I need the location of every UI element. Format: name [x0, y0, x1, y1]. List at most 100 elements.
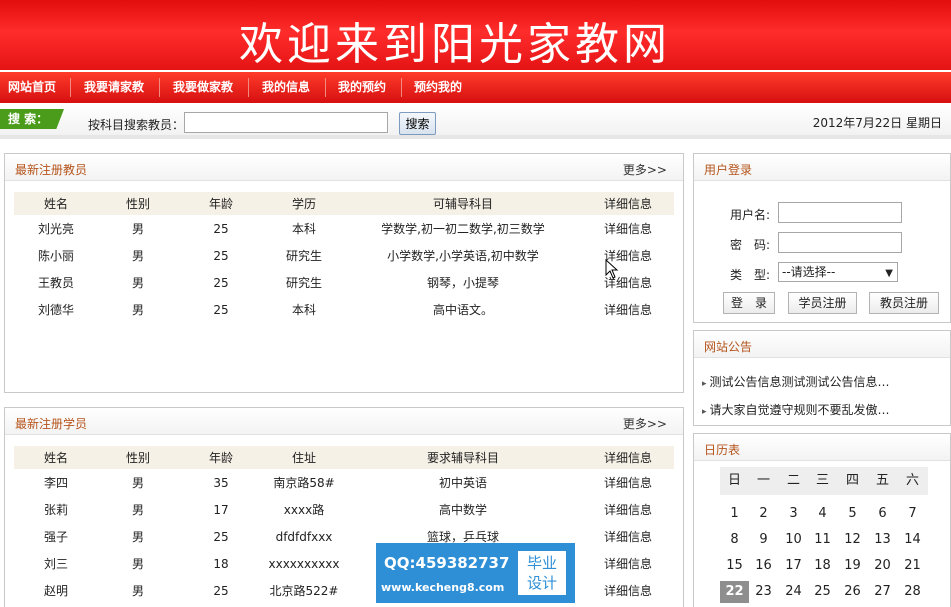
nav-booked-me[interactable]: 预约我的: [414, 72, 462, 103]
more-teachers-link[interactable]: 更多>>: [623, 161, 667, 178]
panel-header: 最新注册教员 更多>>: [5, 154, 683, 181]
teacher-details-link[interactable]: 详细信息: [582, 269, 674, 296]
panel-header: 日历表: [694, 434, 950, 461]
column-header: 性别: [98, 192, 178, 215]
nav-my-bookings[interactable]: 我的预约: [338, 72, 386, 103]
calendar-day[interactable]: 12: [838, 529, 867, 551]
student-age: 25: [213, 583, 229, 598]
nav-home[interactable]: 网站首页: [8, 72, 56, 103]
calendar-day[interactable]: 13: [868, 529, 897, 551]
calendar-weekday-label: 一: [756, 473, 770, 488]
calendar-day[interactable]: 20: [868, 555, 897, 577]
watermark-qq: QQ:459382737: [384, 554, 510, 572]
calendar-day[interactable]: 17: [779, 555, 808, 577]
student-details-link[interactable]: 详细信息: [582, 496, 674, 523]
student-details-link[interactable]: 详细信息: [582, 469, 674, 496]
calendar-day[interactable]: 28: [898, 581, 927, 603]
login-panel: 用户登录 用户名: 密 码: 类 型: --请选择-- ▼ 登 录 学员注册 教…: [693, 153, 951, 323]
current-date: 2012年7月22日 星期日: [812, 116, 942, 130]
student-age: 17: [213, 502, 229, 517]
password-label: 密 码:: [730, 238, 771, 252]
calendar-day[interactable]: 21: [898, 555, 927, 577]
panel-title: 日历表: [704, 443, 741, 457]
password-input[interactable]: [778, 232, 902, 253]
calendar-day[interactable]: 11: [808, 529, 837, 551]
calendar-weekday-label: 日: [727, 473, 741, 488]
student-details-link[interactable]: 详细信息: [582, 550, 674, 577]
student-gender: 男: [131, 503, 144, 517]
student-name: 张莉: [43, 503, 68, 517]
calendar-day[interactable]: 24: [779, 581, 808, 603]
notice-panel: 网站公告 ▸ 测试公告信息测试测试公告信息… ▸ 请大家自觉遵守规则不要乱发傲…: [693, 330, 951, 426]
search-tag: 搜 索：: [0, 109, 64, 129]
student-gender: 男: [131, 476, 144, 490]
student-gender: 男: [131, 530, 144, 544]
calendar-day-today[interactable]: 22: [720, 581, 749, 603]
username-input[interactable]: [778, 202, 902, 223]
notice-item[interactable]: ▸ 测试公告信息测试测试公告信息…: [702, 373, 890, 390]
nav-hire-tutor[interactable]: 我要请家教: [84, 72, 144, 103]
teacher-details-link[interactable]: 详细信息: [582, 296, 674, 323]
column-header: 要求辅导科目: [344, 446, 582, 469]
panel-header: 用户登录: [694, 154, 950, 181]
calendar-day[interactable]: 10: [779, 529, 808, 551]
column-header: 年龄: [178, 446, 264, 469]
calendar-day[interactable]: 25: [808, 581, 837, 603]
calendar-weekday-label: 二: [786, 473, 800, 488]
nav-my-info[interactable]: 我的信息: [262, 72, 310, 103]
calendar-weekday-label: 五: [875, 473, 889, 488]
table-row: 陈小丽 男 25 研究生 小学数学,小学英语,初中数学 详细信息: [14, 242, 674, 269]
teacher-gender: 男: [131, 303, 144, 317]
nav-divider: [401, 78, 402, 97]
column-header: 姓名: [14, 192, 98, 215]
teacher-subjects: 高中语文。: [432, 303, 493, 317]
teacher-education: 本科: [291, 222, 316, 236]
calendar-day[interactable]: 14: [898, 529, 927, 551]
calendar-day[interactable]: 2: [749, 503, 778, 525]
calendar-day[interactable]: 1: [720, 503, 749, 525]
teacher-subjects: 学数学,初一初二数学,初三数学: [381, 222, 545, 236]
calendar-day[interactable]: 9: [749, 529, 778, 551]
banner-title: 欢迎来到阳光家教网: [239, 19, 671, 70]
teacher-details-link[interactable]: 详细信息: [582, 215, 674, 242]
nav-be-tutor[interactable]: 我要做家教: [173, 72, 233, 103]
student-details-link[interactable]: 详细信息: [582, 523, 674, 550]
table-row: 强子 男 25 dfdfdfxxx 篮球，乒乓球 详细信息: [14, 523, 674, 550]
teacher-details-link[interactable]: 详细信息: [582, 242, 674, 269]
teacher-register-button[interactable]: 教员注册: [869, 292, 939, 314]
more-students-link[interactable]: 更多>>: [623, 415, 667, 432]
search-button[interactable]: 搜索: [399, 112, 436, 135]
calendar-day[interactable]: 27: [868, 581, 897, 603]
table-row: 刘德华 男 25 本科 高中语文。 详细信息: [14, 296, 674, 323]
student-details-link[interactable]: 详细信息: [582, 577, 674, 604]
calendar-day[interactable]: 8: [720, 529, 749, 551]
calendar-day[interactable]: 23: [749, 581, 778, 603]
calendar-day[interactable]: 4: [808, 503, 837, 525]
student-register-button[interactable]: 学员注册: [788, 292, 857, 314]
calendar-day[interactable]: 18: [808, 555, 837, 577]
students-table: 姓名 性别 年龄 住址 要求辅导科目 详细信息 李四 男 35 南京路58# 初…: [14, 446, 674, 604]
subject-search-input[interactable]: [184, 112, 388, 133]
teacher-gender: 男: [131, 222, 144, 236]
calendar-day[interactable]: 16: [749, 555, 778, 577]
calendar-day[interactable]: 19: [838, 555, 867, 577]
notice-item[interactable]: ▸ 请大家自觉遵守规则不要乱发傲…: [702, 401, 890, 418]
calendar-day[interactable]: 3: [779, 503, 808, 525]
chevron-down-icon: ▼: [885, 268, 893, 279]
latest-teachers-panel: 最新注册教员 更多>> 姓名 性别 年龄 学历 可辅导科目 详细信息 刘光亮 男…: [4, 153, 684, 393]
user-type-select[interactable]: --请选择-- ▼: [778, 262, 898, 282]
calendar-day[interactable]: 5: [838, 503, 867, 525]
calendar-day[interactable]: 15: [720, 555, 749, 577]
nav-divider: [70, 78, 71, 97]
calendar-day[interactable]: 26: [838, 581, 867, 603]
student-address: xxxx路: [283, 503, 325, 517]
calendar-day[interactable]: 6: [868, 503, 897, 525]
column-header: 可辅导科目: [344, 192, 582, 215]
calendar-day[interactable]: 7: [898, 503, 927, 525]
watermark-box-line: 毕业: [526, 554, 557, 572]
teacher-age: 25: [213, 275, 229, 290]
username-label: 用户名:: [730, 208, 771, 222]
login-button[interactable]: 登 录: [723, 292, 775, 314]
mouse-pointer-icon: [605, 259, 619, 279]
teacher-subjects: 小学数学,小学英语,初中数学: [387, 249, 539, 263]
